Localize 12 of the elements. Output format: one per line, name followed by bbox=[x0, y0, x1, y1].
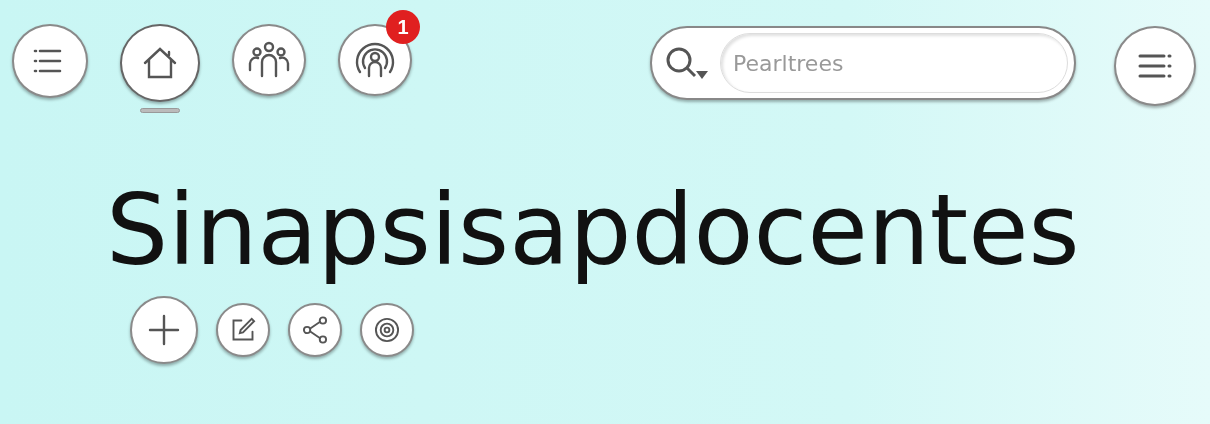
share-button[interactable] bbox=[288, 302, 342, 357]
home-tab[interactable] bbox=[120, 24, 200, 102]
list-tab[interactable] bbox=[12, 24, 88, 98]
people-tab[interactable] bbox=[232, 24, 306, 96]
search-field[interactable]: Pearltrees bbox=[650, 26, 1076, 100]
menu-button[interactable] bbox=[1114, 26, 1196, 106]
plus-button[interactable] bbox=[130, 295, 198, 364]
target-button[interactable] bbox=[360, 302, 414, 357]
page-title: Sinapsisapdocentes bbox=[106, 172, 1081, 289]
edit-button[interactable] bbox=[216, 302, 270, 357]
notification-badge: 1 bbox=[386, 10, 420, 44]
menu-icon bbox=[1137, 52, 1173, 80]
